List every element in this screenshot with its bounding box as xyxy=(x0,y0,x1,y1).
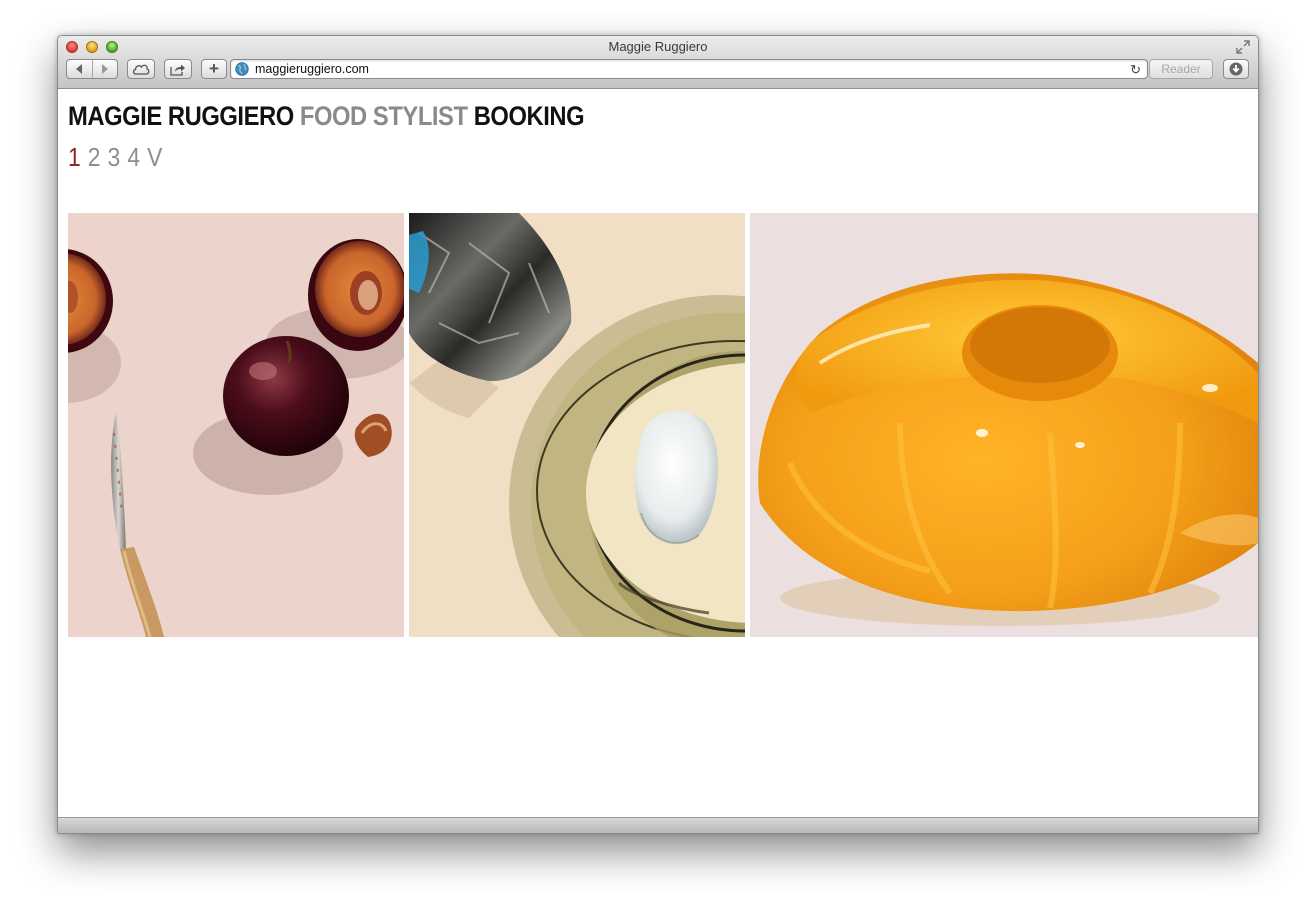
share-icon xyxy=(170,64,185,76)
plums-knife-image xyxy=(68,213,404,637)
page-link-3[interactable]: 3 xyxy=(108,142,121,172)
browser-toolbar: Maggie Ruggiero + maggieruggiero.com ↻ R… xyxy=(58,36,1258,89)
page-link-2[interactable]: 2 xyxy=(88,142,101,172)
icloud-tabs-button[interactable] xyxy=(127,59,155,79)
back-button[interactable] xyxy=(67,60,92,78)
fullscreen-icon[interactable] xyxy=(1236,40,1250,54)
address-bar[interactable]: maggieruggiero.com ↻ xyxy=(230,59,1148,79)
gallery-photo-plate[interactable] xyxy=(409,213,745,637)
page-content: MAGGIE RUGGIERO FOOD STYLIST BOOKING 1234V xyxy=(58,89,1258,817)
status-bar xyxy=(58,817,1258,833)
page-link-v[interactable]: V xyxy=(147,142,162,172)
page-link-4[interactable]: 4 xyxy=(127,142,140,172)
globe-icon xyxy=(235,62,249,76)
url-text: maggieruggiero.com xyxy=(255,62,369,76)
category-food[interactable]: FOOD xyxy=(300,101,367,131)
browser-window: Maggie Ruggiero + maggieruggiero.com ↻ R… xyxy=(57,35,1259,834)
download-icon xyxy=(1229,62,1243,76)
forward-button[interactable] xyxy=(91,60,118,78)
cloud-icon xyxy=(132,64,150,75)
reader-button[interactable]: Reader xyxy=(1149,59,1213,79)
booking-link[interactable]: BOOKING xyxy=(474,101,585,131)
page-link-1[interactable]: 1 xyxy=(68,142,81,172)
page-navigation: 1234V xyxy=(68,142,169,173)
window-title: Maggie Ruggiero xyxy=(608,39,708,54)
forward-arrow-icon xyxy=(102,64,109,74)
reload-icon[interactable]: ↻ xyxy=(1130,62,1141,78)
photo-gallery xyxy=(68,213,1258,637)
gelatin-image xyxy=(750,213,1258,637)
site-header: MAGGIE RUGGIERO FOOD STYLIST BOOKING xyxy=(68,101,590,132)
back-arrow-icon xyxy=(75,64,82,74)
gallery-photo-plums[interactable] xyxy=(68,213,404,637)
share-button[interactable] xyxy=(164,59,192,79)
back-forward-buttons xyxy=(66,59,118,79)
foil-plate-image xyxy=(409,213,745,637)
site-name-link[interactable]: MAGGIE RUGGIERO xyxy=(68,101,294,131)
gallery-photo-gelatin[interactable] xyxy=(750,213,1258,637)
category-stylist[interactable]: STYLIST xyxy=(373,101,468,131)
add-bookmark-button[interactable]: + xyxy=(201,59,227,79)
downloads-button[interactable] xyxy=(1223,59,1249,79)
